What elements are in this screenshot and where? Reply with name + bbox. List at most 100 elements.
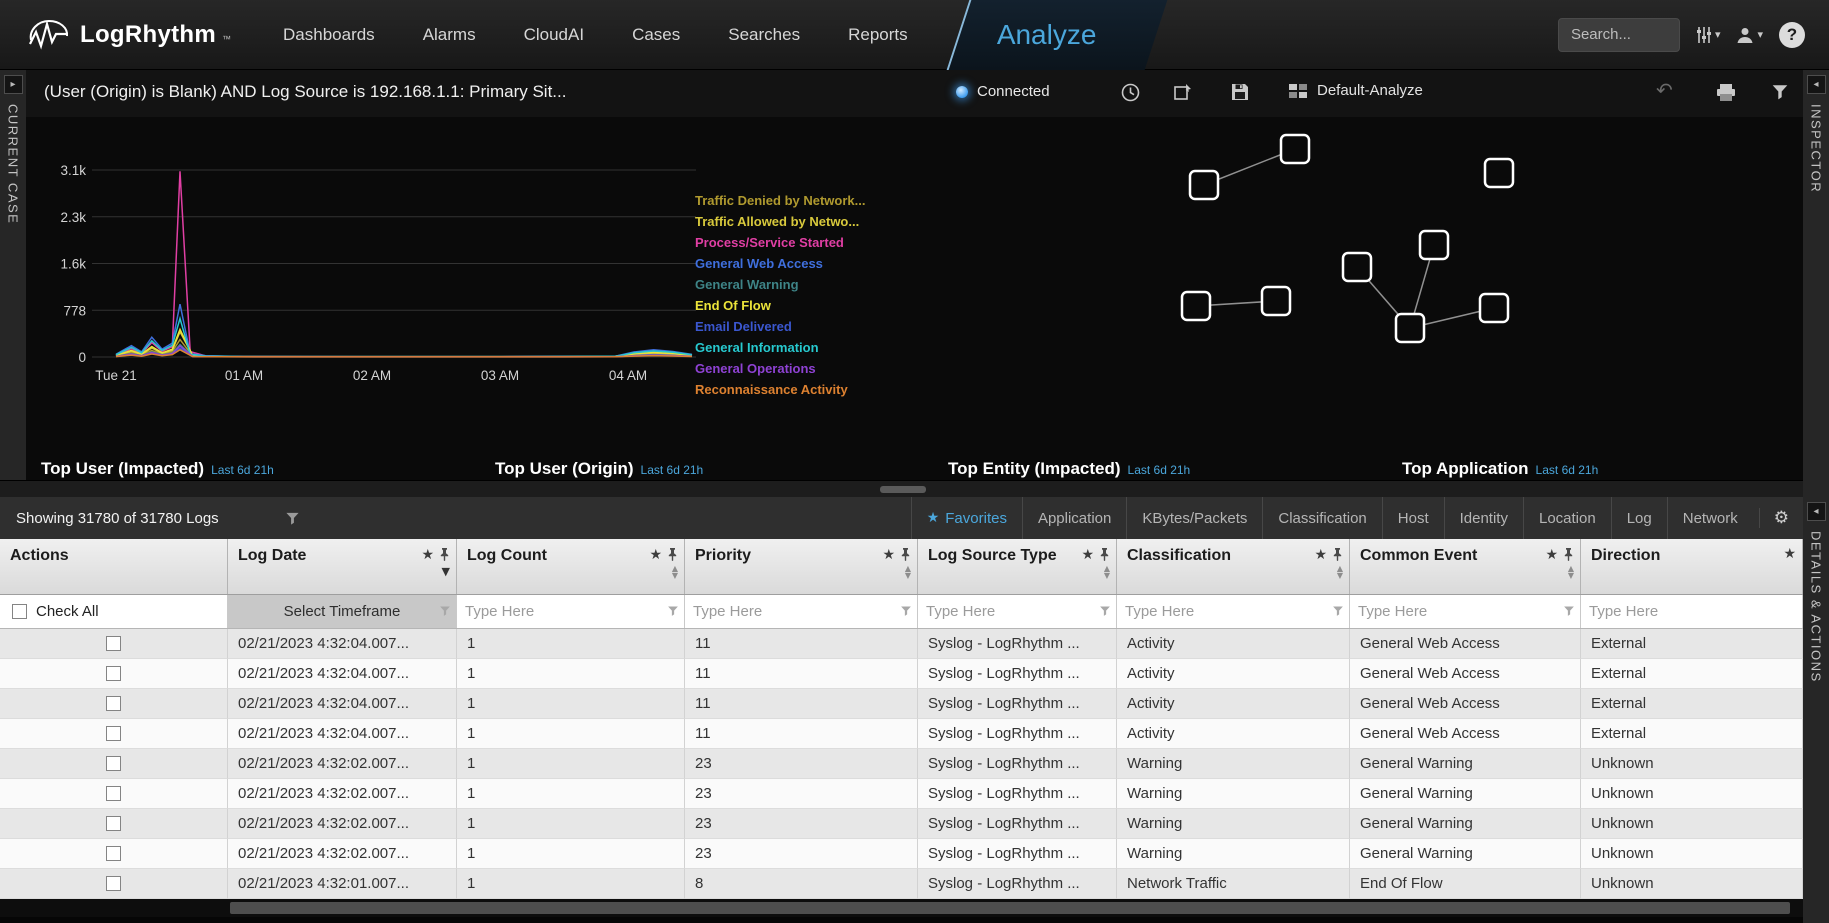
table-row[interactable]: 02/21/2023 4:32:04.007...111Syslog - Log…: [0, 629, 1803, 659]
legend-item-general-information[interactable]: General Information: [695, 340, 866, 355]
row-checkbox[interactable]: [106, 726, 121, 741]
legend-item-process-service-started[interactable]: Process/Service Started: [695, 235, 866, 250]
row-checkbox[interactable]: [106, 816, 121, 831]
row-checkbox[interactable]: [106, 696, 121, 711]
sort-icons[interactable]: ▲▼: [1568, 565, 1574, 579]
tab-kbytes-packets[interactable]: KBytes/Packets: [1126, 497, 1262, 539]
graph-node-2[interactable]: [1485, 159, 1513, 187]
column-filter-funnel-icon[interactable]: [1099, 605, 1111, 617]
table-row[interactable]: 02/21/2023 4:32:01.007...18Syslog - LogR…: [0, 869, 1803, 899]
nav-item-dashboards[interactable]: Dashboards: [283, 25, 375, 45]
filter-cell-direction[interactable]: Type Here: [1581, 595, 1803, 628]
sort-icons[interactable]: ▲▼: [1104, 565, 1110, 579]
favorite-column-icon[interactable]: ★: [1081, 548, 1094, 562]
column-header-log-date[interactable]: Log Date★▼: [228, 539, 457, 594]
pin-column-icon[interactable]: [667, 547, 678, 562]
table-row[interactable]: 02/21/2023 4:32:02.007...123Syslog - Log…: [0, 749, 1803, 779]
nav-item-cases[interactable]: Cases: [632, 25, 680, 45]
column-header-classification[interactable]: Classification★▲▼: [1117, 539, 1350, 594]
table-row[interactable]: 02/21/2023 4:32:02.007...123Syslog - Log…: [0, 809, 1803, 839]
panel-splitter[interactable]: [0, 480, 1803, 497]
graph-node-7[interactable]: [1396, 314, 1424, 342]
graph-node-4[interactable]: [1420, 231, 1448, 259]
filter-cell-actions[interactable]: Check All: [0, 595, 228, 628]
graph-node-6[interactable]: [1262, 287, 1290, 315]
tab-log[interactable]: Log: [1611, 497, 1667, 539]
favorite-column-icon[interactable]: ★: [649, 548, 662, 562]
details-actions-panel-strip[interactable]: ◂ DETAILS & ACTIONS: [1803, 497, 1829, 923]
favorite-column-icon[interactable]: ★: [1314, 548, 1327, 562]
column-header-common-event[interactable]: Common Event★▲▼: [1350, 539, 1581, 594]
column-header-direction[interactable]: Direction★: [1581, 539, 1803, 594]
filter-cell-log-count[interactable]: Type Here: [457, 595, 685, 628]
inspector-panel-strip[interactable]: ◂ INSPECTOR: [1803, 70, 1829, 497]
sort-icons[interactable]: ▲▼: [905, 565, 911, 579]
column-filter-funnel-icon[interactable]: [667, 605, 679, 617]
graph-node-5[interactable]: [1182, 292, 1210, 320]
column-header-priority[interactable]: Priority★▲▼: [685, 539, 918, 594]
graph-node-8[interactable]: [1480, 294, 1508, 322]
legend-item-general-web-access[interactable]: General Web Access: [695, 256, 866, 271]
time-range-button[interactable]: [1121, 83, 1140, 102]
undo-button[interactable]: ↶: [1656, 80, 1673, 100]
nav-item-searches[interactable]: Searches: [728, 25, 800, 45]
nav-item-analyze-active[interactable]: Analyze: [952, 0, 1142, 70]
pin-column-icon[interactable]: [900, 547, 911, 562]
logrhythm-logo[interactable]: LogRhythm™: [0, 18, 231, 52]
nav-item-reports[interactable]: Reports: [848, 25, 908, 45]
favorite-column-icon[interactable]: ★: [421, 548, 434, 562]
grid-settings-button[interactable]: ⚙: [1759, 508, 1803, 528]
filter-cell-common-event[interactable]: Type Here: [1350, 595, 1581, 628]
expand-current-case-button[interactable]: ▸: [4, 75, 23, 94]
column-header-log-count[interactable]: Log Count★▲▼: [457, 539, 685, 594]
pin-to-dashboard-button[interactable]: [1174, 83, 1193, 101]
table-row[interactable]: 02/21/2023 4:32:02.007...123Syslog - Log…: [0, 779, 1803, 809]
nav-item-cloudai[interactable]: CloudAI: [524, 25, 584, 45]
column-filter-funnel-icon[interactable]: [439, 605, 451, 617]
favorite-column-icon[interactable]: ★: [1783, 547, 1796, 561]
pin-column-icon[interactable]: [1099, 547, 1110, 562]
sort-icons[interactable]: ▲▼: [672, 565, 678, 579]
table-row[interactable]: 02/21/2023 4:32:04.007...111Syslog - Log…: [0, 689, 1803, 719]
table-row[interactable]: 02/21/2023 4:32:04.007...111Syslog - Log…: [0, 659, 1803, 689]
sort-desc-icon[interactable]: ▼: [442, 565, 450, 578]
row-checkbox[interactable]: [106, 636, 121, 651]
horizontal-scrollbar[interactable]: [0, 899, 1803, 917]
splitter-drag-handle[interactable]: [880, 486, 926, 493]
row-checkbox[interactable]: [106, 846, 121, 861]
tab-location[interactable]: Location: [1523, 497, 1611, 539]
row-checkbox[interactable]: [106, 876, 121, 891]
column-header-log-source-type[interactable]: Log Source Type★▲▼: [918, 539, 1117, 594]
tab-application[interactable]: Application: [1022, 497, 1126, 539]
tab-identity[interactable]: Identity: [1444, 497, 1523, 539]
check-all-checkbox[interactable]: [12, 604, 27, 619]
filter-cell-log-date[interactable]: Select Timeframe: [228, 595, 457, 628]
legend-item-general-operations[interactable]: General Operations: [695, 361, 866, 376]
table-row[interactable]: 02/21/2023 4:32:02.007...123Syslog - Log…: [0, 839, 1803, 869]
expand-inspector-button[interactable]: ◂: [1807, 75, 1826, 94]
pin-column-icon[interactable]: [1332, 547, 1343, 562]
tab-network[interactable]: Network: [1667, 497, 1753, 539]
filter-cell-classification[interactable]: Type Here: [1117, 595, 1350, 628]
filter-cell-log-source-type[interactable]: Type Here: [918, 595, 1117, 628]
legend-item-end-of-flow[interactable]: End Of Flow: [695, 298, 866, 313]
legend-item-reconnaissance-activity[interactable]: Reconnaissance Activity: [695, 382, 866, 397]
legend-item-general-warning[interactable]: General Warning: [695, 277, 866, 292]
column-filter-funnel-icon[interactable]: [1332, 605, 1344, 617]
table-row[interactable]: 02/21/2023 4:32:04.007...111Syslog - Log…: [0, 719, 1803, 749]
favorite-column-icon[interactable]: ★: [1545, 548, 1558, 562]
current-case-panel-strip[interactable]: ▸ CURRENT CASE: [0, 70, 26, 480]
column-filter-funnel-icon[interactable]: [900, 605, 912, 617]
horizontal-scrollbar-handle[interactable]: [230, 902, 1790, 914]
pin-column-icon[interactable]: [1563, 547, 1574, 562]
row-checkbox[interactable]: [106, 756, 121, 771]
tab-classification[interactable]: Classification: [1262, 497, 1381, 539]
graph-node-0[interactable]: [1281, 135, 1309, 163]
column-header-actions[interactable]: Actions: [0, 539, 228, 594]
tab-favorites[interactable]: ★Favorites: [911, 497, 1022, 539]
nav-item-alarms[interactable]: Alarms: [423, 25, 476, 45]
sort-icons[interactable]: ▲▼: [1337, 565, 1343, 579]
filter-button[interactable]: [1771, 83, 1789, 101]
user-menu-button[interactable]: ▾: [1736, 26, 1763, 44]
row-checkbox[interactable]: [106, 666, 121, 681]
